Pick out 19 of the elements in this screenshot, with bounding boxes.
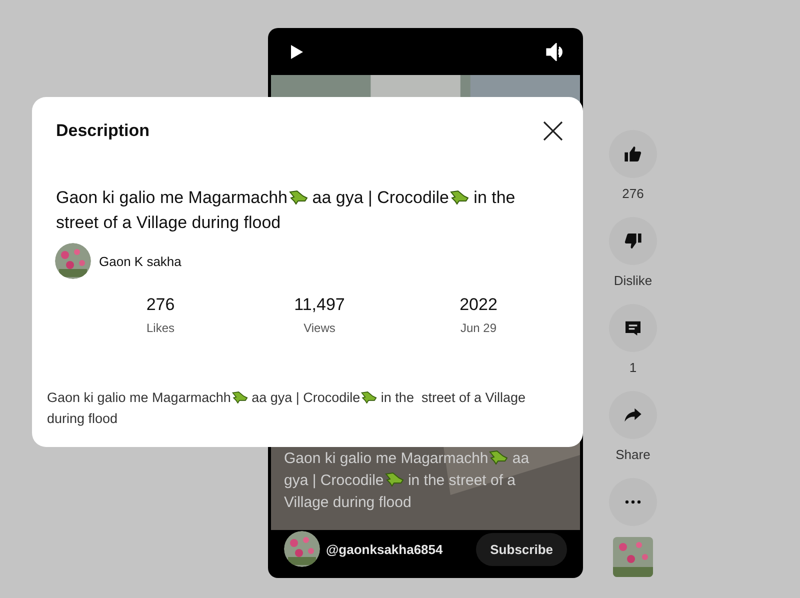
- channel-name[interactable]: Gaon K sakha: [99, 254, 182, 268]
- action-label: Dislike: [614, 273, 652, 288]
- like-button[interactable]: [609, 130, 657, 178]
- play-icon[interactable]: [290, 44, 304, 60]
- stat-value: 276: [146, 295, 175, 315]
- dialog-heading: Description: [56, 121, 150, 141]
- subscribe-button[interactable]: Subscribe: [476, 532, 567, 566]
- action-label: 1: [629, 360, 637, 375]
- comment-button[interactable]: [609, 304, 657, 352]
- crocodile-icon: [230, 390, 248, 404]
- share-button[interactable]: [609, 391, 657, 439]
- thumbs-up-icon: [623, 144, 643, 164]
- more-icon: [625, 500, 641, 504]
- action-label: Share: [616, 447, 650, 462]
- dislike-button[interactable]: [609, 217, 657, 265]
- action-label: 276: [622, 186, 644, 201]
- channel-handle[interactable]: @gaonksakha6854: [326, 542, 470, 556]
- thumbs-down-icon: [623, 231, 643, 251]
- stat-label: Likes: [146, 321, 174, 335]
